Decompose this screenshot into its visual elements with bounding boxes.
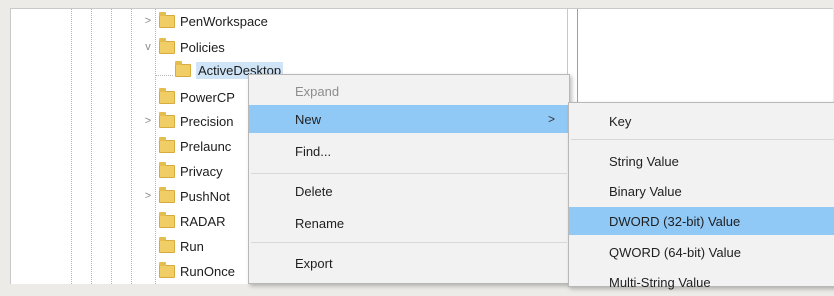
tree-guide-line (111, 9, 112, 284)
tree-item[interactable]: > Precision (141, 110, 233, 132)
folder-icon (159, 161, 175, 178)
tree-item-label: PowerCP (180, 89, 235, 105)
chevron-right-icon: > (547, 112, 555, 126)
folder-icon (159, 111, 175, 128)
menu-item-label: Rename (295, 215, 345, 231)
tree-item-label: Privacy (180, 163, 223, 179)
context-menu: Expand New > Find... Delete Rename Expor… (248, 74, 570, 284)
tree-item-label: PushNot (180, 188, 230, 204)
tree-item-label: Policies (180, 39, 225, 55)
tree-guide-line (71, 9, 72, 284)
menu-item-label: DWORD (32-bit) Value (609, 213, 741, 229)
folder-icon (159, 136, 175, 153)
tree-item-label: Precision (180, 113, 234, 129)
chevron-down-icon[interactable]: v (141, 41, 155, 53)
folder-icon (159, 37, 175, 54)
folder-icon (175, 60, 191, 77)
tree-item-label: RunOnce (180, 263, 235, 279)
tree-item[interactable]: > PushNot (141, 185, 230, 207)
submenu-item-dword-value[interactable]: DWORD (32-bit) Value (569, 207, 834, 235)
menu-separator (251, 242, 567, 243)
tree-item[interactable]: Privacy (141, 160, 223, 182)
tree-item[interactable]: Run (141, 235, 204, 257)
chevron-right-icon[interactable]: > (141, 190, 155, 202)
chevron-right-icon[interactable]: > (141, 15, 155, 27)
submenu-item-binary-value[interactable]: Binary Value (569, 177, 834, 205)
folder-icon (159, 11, 175, 28)
menu-separator (571, 139, 834, 140)
tree-item-label: RADAR (180, 213, 226, 229)
menu-item-expand: Expand (249, 77, 569, 105)
menu-item-label: New (295, 111, 322, 127)
tree-item[interactable]: v Policies (141, 36, 225, 58)
menu-separator (251, 173, 567, 174)
submenu-item-multi-string-value[interactable]: Multi-String Value (569, 268, 834, 296)
menu-item-label: String Value (609, 153, 679, 169)
menu-item-export[interactable]: Export (249, 249, 569, 277)
menu-item-label: Expand (295, 83, 340, 99)
menu-item-new[interactable]: New > (249, 105, 569, 133)
menu-item-delete[interactable]: Delete (249, 177, 569, 205)
folder-icon (159, 261, 175, 278)
tree-item-label: Prelaunc (180, 138, 232, 154)
tree-item-label: PenWorkspace (180, 13, 268, 29)
menu-item-label: Key (609, 113, 632, 129)
new-submenu: Key String Value Binary Value DWORD (32-… (568, 102, 834, 290)
menu-item-label: Delete (295, 183, 333, 199)
menu-item-label: Export (295, 255, 333, 271)
submenu-item-string-value[interactable]: String Value (569, 147, 834, 175)
tree-item[interactable]: RunOnce (141, 260, 235, 282)
menu-item-label: Multi-String Value (609, 274, 711, 290)
tree-item[interactable]: RADAR (141, 210, 226, 232)
folder-icon (159, 87, 175, 104)
menu-item-label: QWORD (64-bit) Value (609, 244, 741, 260)
submenu-item-key[interactable]: Key (569, 107, 834, 135)
folder-icon (159, 186, 175, 203)
chevron-right-icon[interactable]: > (141, 115, 155, 127)
tree-item[interactable]: > PenWorkspace (141, 10, 268, 32)
tree-guide-line (131, 9, 132, 284)
tree-guide-line (91, 9, 92, 284)
tree-item[interactable]: PowerCP (141, 86, 235, 108)
submenu-item-qword-value[interactable]: QWORD (64-bit) Value (569, 238, 834, 266)
tree-item-label: Run (180, 238, 204, 254)
tree-item[interactable]: Prelaunc (141, 135, 231, 157)
menu-item-label: Binary Value (609, 183, 682, 199)
menu-item-rename[interactable]: Rename (249, 209, 569, 237)
menu-item-find[interactable]: Find... (249, 137, 569, 165)
menu-item-label: Find... (295, 143, 332, 159)
folder-icon (159, 236, 175, 253)
folder-icon (159, 211, 175, 228)
